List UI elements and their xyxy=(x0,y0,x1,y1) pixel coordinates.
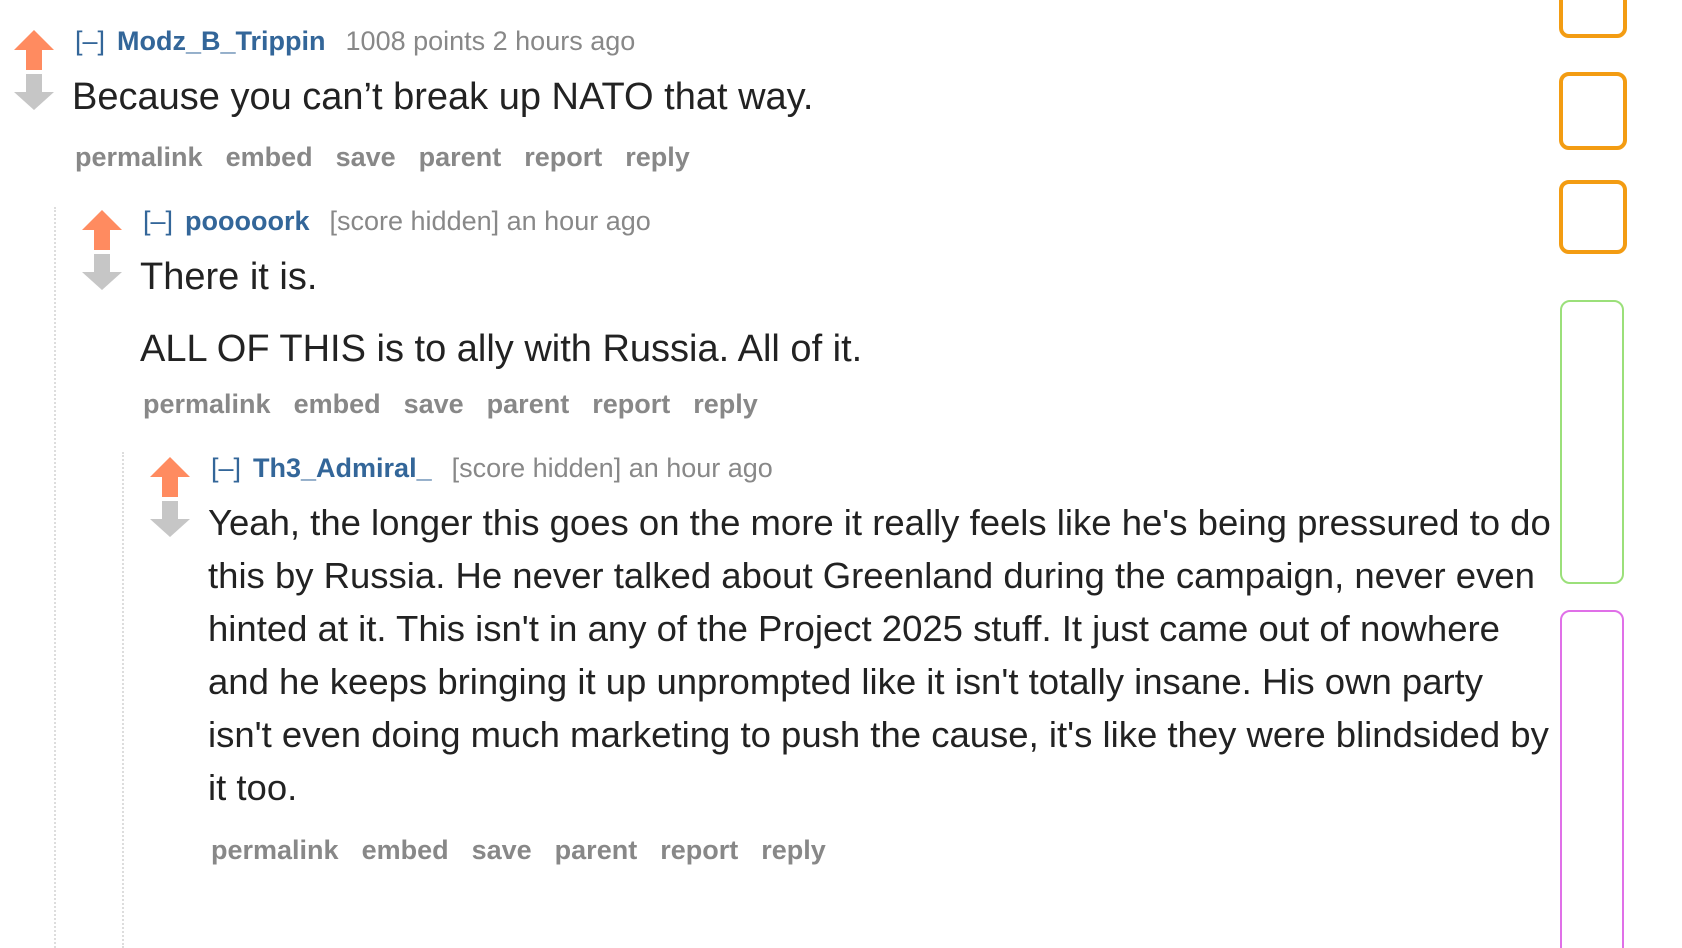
downvote-arrow-icon[interactable] xyxy=(12,72,56,116)
sidebar-box-orange-2[interactable] xyxy=(1559,72,1627,150)
comment-body: There it is. ALL OF THIS is to ally with… xyxy=(140,249,1540,378)
comment-thread-page: [–] Modz_B_Trippin 1008 points 2 hours ago… xyxy=(0,0,1682,948)
comment-buttons: permalink embed save parent report reply xyxy=(143,387,781,421)
upvote-arrow-icon[interactable] xyxy=(12,28,56,72)
embed-button[interactable]: embed xyxy=(362,835,449,865)
comment-author-link[interactable]: Th3_Admiral_ xyxy=(253,453,432,483)
save-button[interactable]: save xyxy=(404,389,464,419)
collapse-toggle[interactable]: [–] xyxy=(143,206,173,236)
reply-button[interactable]: reply xyxy=(625,142,690,172)
permalink-button[interactable]: permalink xyxy=(143,389,271,419)
permalink-button[interactable]: permalink xyxy=(75,142,203,172)
save-button[interactable]: save xyxy=(472,835,532,865)
sidebar-box-orange-3[interactable] xyxy=(1559,180,1627,254)
comment-buttons: permalink embed save parent report reply xyxy=(211,833,849,867)
comment-author-link[interactable]: pooooork xyxy=(185,206,309,236)
sidebar-box-green xyxy=(1560,300,1624,584)
comment-tagline: [–] pooooork [score hidden] an hour ago xyxy=(143,204,651,238)
downvote-arrow-icon[interactable] xyxy=(80,252,124,296)
permalink-button[interactable]: permalink xyxy=(211,835,339,865)
upvote-arrow-icon[interactable] xyxy=(148,455,192,499)
parent-button[interactable]: parent xyxy=(555,835,638,865)
report-button[interactable]: report xyxy=(660,835,738,865)
comment-body: Because you can’t break up NATO that way… xyxy=(72,69,1532,126)
comment-paragraph: Yeah, the longer this goes on the more i… xyxy=(208,502,1551,808)
reply-button[interactable]: reply xyxy=(761,835,826,865)
collapse-toggle[interactable]: [–] xyxy=(211,453,241,483)
comment-meta: 1008 points 2 hours ago xyxy=(345,26,636,56)
sidebar-box-orange-1[interactable] xyxy=(1559,0,1627,38)
save-button[interactable]: save xyxy=(336,142,396,172)
comment-paragraph: ALL OF THIS is to ally with Russia. All … xyxy=(140,328,863,370)
report-button[interactable]: report xyxy=(524,142,602,172)
comment-buttons: permalink embed save parent report reply xyxy=(75,140,713,174)
comment-meta: [score hidden] an hour ago xyxy=(451,453,773,483)
comment-author-link[interactable]: Modz_B_Trippin xyxy=(117,26,326,56)
comment-tagline: [–] Modz_B_Trippin 1008 points 2 hours ago xyxy=(75,24,635,58)
parent-button[interactable]: parent xyxy=(419,142,502,172)
comment-paragraph: Because you can’t break up NATO that way… xyxy=(72,76,814,118)
upvote-arrow-icon[interactable] xyxy=(80,208,124,252)
thread-line-level-2[interactable] xyxy=(122,452,124,948)
downvote-arrow-icon[interactable] xyxy=(148,499,192,543)
parent-button[interactable]: parent xyxy=(487,389,570,419)
embed-button[interactable]: embed xyxy=(226,142,313,172)
comment-body: Yeah, the longer this goes on the more i… xyxy=(208,496,1553,814)
reply-button[interactable]: reply xyxy=(693,389,758,419)
report-button[interactable]: report xyxy=(592,389,670,419)
sidebar-box-pink xyxy=(1560,610,1624,948)
comment-paragraph: There it is. xyxy=(140,256,318,298)
thread-line-level-1[interactable] xyxy=(54,207,56,948)
comment-tagline: [–] Th3_Admiral_ [score hidden] an hour ag… xyxy=(211,451,773,485)
embed-button[interactable]: embed xyxy=(294,389,381,419)
comment-meta: [score hidden] an hour ago xyxy=(329,206,651,236)
collapse-toggle[interactable]: [–] xyxy=(75,26,105,56)
